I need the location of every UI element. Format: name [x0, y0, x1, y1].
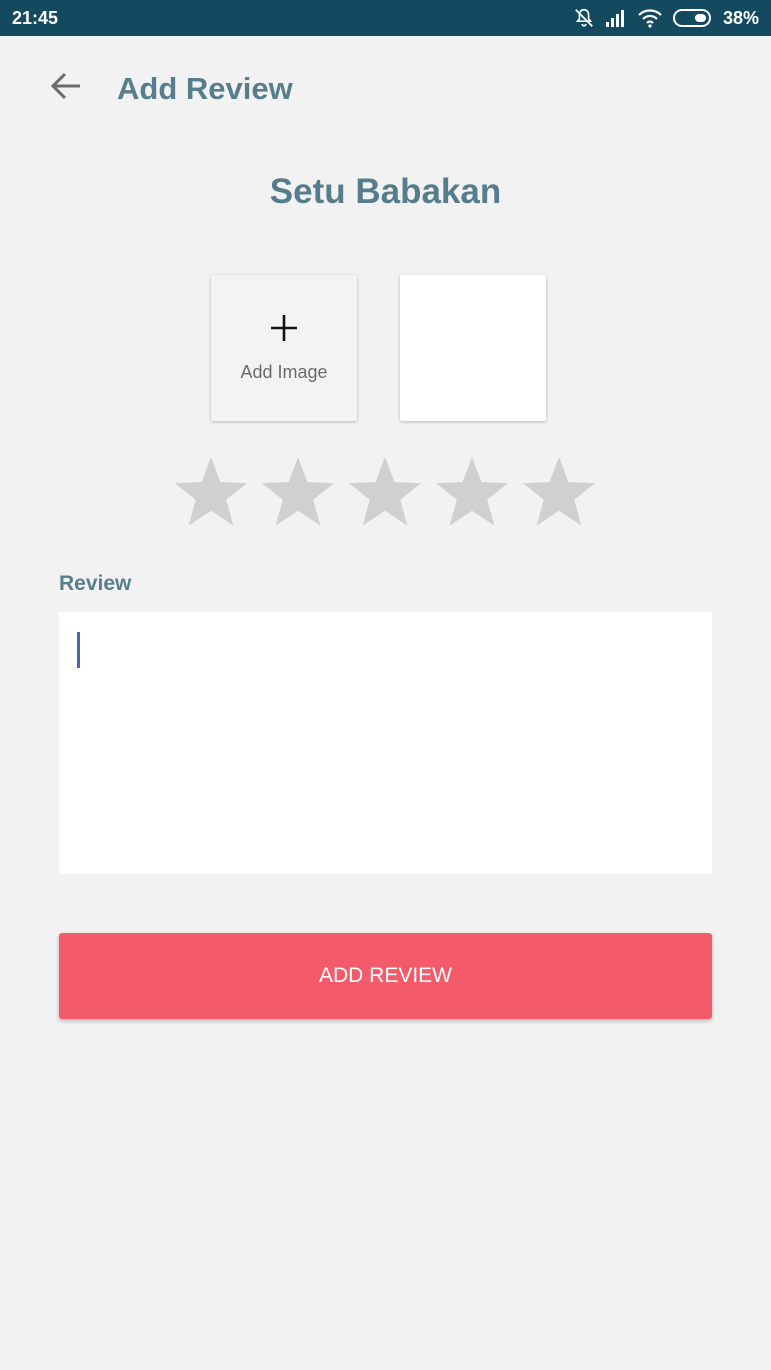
add-image-button[interactable]: Add Image	[211, 275, 357, 421]
status-icons: 38%	[573, 7, 759, 29]
image-slot[interactable]	[400, 275, 546, 421]
battery-icon	[672, 8, 713, 28]
signal-icon	[605, 8, 627, 28]
notifications-off-icon	[573, 7, 595, 29]
page-title: Add Review	[117, 71, 293, 106]
arrow-back-icon	[49, 71, 83, 106]
star-icon[interactable]	[521, 455, 597, 531]
review-label: Review	[59, 572, 132, 595]
star-icon[interactable]	[260, 455, 336, 531]
star-rating[interactable]	[0, 455, 771, 535]
status-bar: 21:45 38%	[0, 0, 771, 36]
back-button[interactable]	[46, 68, 86, 108]
add-review-button[interactable]: ADD REVIEW	[59, 933, 712, 1019]
wifi-icon	[637, 8, 663, 28]
star-icon[interactable]	[173, 455, 249, 531]
app-bar: Add Review	[0, 36, 771, 142]
star-icon[interactable]	[347, 455, 423, 531]
review-input[interactable]	[59, 612, 712, 874]
status-time: 21:45	[12, 7, 59, 28]
star-icon[interactable]	[434, 455, 510, 531]
battery-percent: 38%	[722, 7, 759, 28]
plus-icon	[269, 313, 299, 348]
place-name: Setu Babakan	[269, 172, 502, 211]
add-image-label: Add Image	[240, 362, 328, 382]
text-cursor	[77, 632, 80, 668]
